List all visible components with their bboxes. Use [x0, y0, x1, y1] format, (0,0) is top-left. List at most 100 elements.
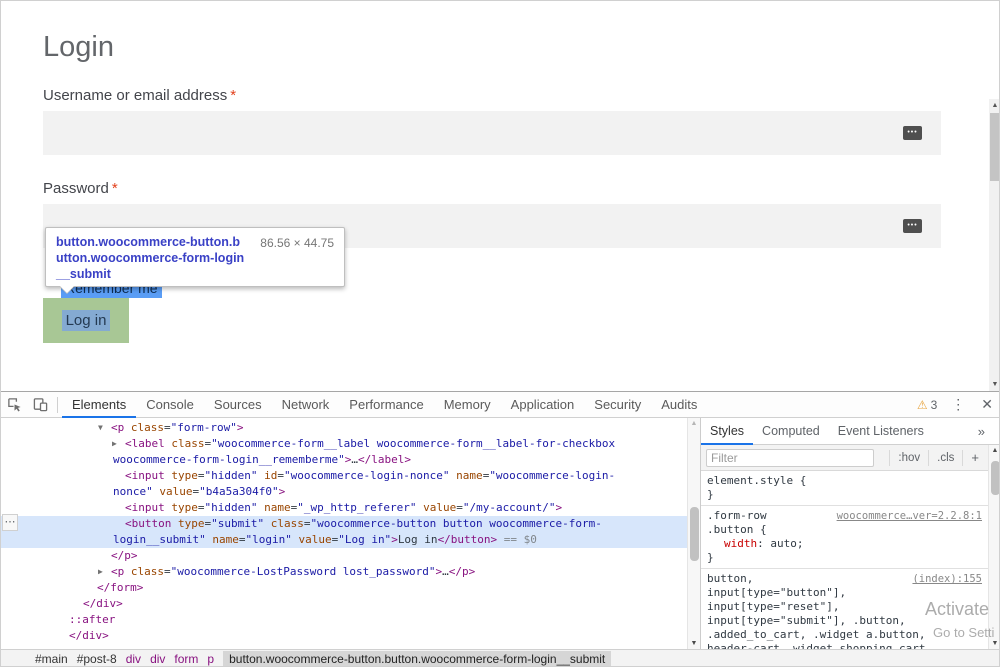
- styles-scrollbar[interactable]: ▲ ▼: [988, 445, 1000, 649]
- scroll-up-icon[interactable]: ▲: [989, 99, 1000, 112]
- code-token: "woocommerce-login-: [489, 469, 615, 482]
- css-selector-text: .added_to_cart, .widget a.button,: [707, 628, 926, 641]
- scroll-up-icon[interactable]: ▲: [989, 447, 1000, 454]
- css-selector-line[interactable]: input[type="button"],: [707, 586, 982, 600]
- code-token: <input: [125, 469, 165, 482]
- code-token: <button: [125, 517, 171, 530]
- breadcrumb-item[interactable]: #main: [35, 652, 68, 666]
- css-selector-line[interactable]: .added_to_cart, .widget a.button,: [707, 628, 982, 642]
- devtools-menu-icon[interactable]: ⋮: [943, 396, 973, 413]
- code-token: "_wp_http_referer": [297, 501, 416, 514]
- input-reveal-icon[interactable]: •••: [903, 126, 922, 140]
- expand-arrow-open-icon[interactable]: ▼: [98, 420, 111, 436]
- new-style-rule-button[interactable]: +: [962, 450, 987, 466]
- css-selector-line[interactable]: woocommerce…ver=2.2.8:1.form-row: [707, 509, 982, 523]
- username-label-text: Username or email address: [43, 87, 227, 104]
- overflow-ellipsis-icon[interactable]: ⋯: [2, 514, 18, 531]
- tree-row[interactable]: woocommerce-form-login__rememberme">…</l…: [1, 452, 687, 468]
- tree-row[interactable]: <button type="submit" class="woocommerce…: [1, 516, 687, 532]
- css-selector-line[interactable]: header-cart .widget_shopping_cart: [707, 642, 982, 649]
- styles-tab-event-listeners[interactable]: Event Listeners: [829, 418, 933, 445]
- css-selector-line[interactable]: .button {: [707, 523, 982, 537]
- css-rules: element.style {}woocommerce…ver=2.2.8:1.…: [701, 471, 988, 649]
- styles-pane: StylesComputedEvent Listeners » :hov .cl…: [700, 418, 1000, 649]
- console-warning-badge[interactable]: ⚠ 3: [917, 398, 937, 412]
- elements-scrollbar[interactable]: ▲ ▼: [687, 418, 700, 649]
- scroll-up-icon[interactable]: ▲: [688, 420, 700, 427]
- devtools-close-icon[interactable]: ✕: [973, 396, 1000, 413]
- tree-row[interactable]: ▶<label class="woocommerce-form__label w…: [1, 436, 687, 452]
- tree-row[interactable]: ▶<p class="woocommerce-LostPassword lost…: [1, 564, 687, 580]
- tree-row[interactable]: login__submit" name="login" value="Log i…: [1, 532, 687, 548]
- code-token: =: [456, 501, 463, 514]
- css-rule-form-row-button: woocommerce…ver=2.2.8:1.form-row.button …: [701, 506, 988, 569]
- code-token: "hidden": [205, 501, 258, 514]
- devtools-tab-network[interactable]: Network: [272, 392, 340, 418]
- tree-row[interactable]: ::after: [1, 612, 687, 628]
- page-scrollbar[interactable]: ▲ ▼: [989, 99, 1000, 391]
- tree-row[interactable]: <input type="hidden" name="_wp_http_refe…: [1, 500, 687, 516]
- tooltip-dimensions: 86.56 × 44.75: [260, 236, 334, 250]
- tree-row[interactable]: <input type="hidden" id="woocommerce-log…: [1, 468, 687, 484]
- page-scrollbar-thumb[interactable]: [990, 113, 1000, 181]
- element-classes-toggle[interactable]: .cls: [928, 450, 962, 466]
- pseudo-state-toggle[interactable]: :hov: [889, 450, 928, 466]
- styles-filter-row: :hov .cls +: [701, 445, 1000, 471]
- tree-row[interactable]: </form>: [1, 580, 687, 596]
- styles-tab-styles[interactable]: Styles: [701, 418, 753, 445]
- css-selector-line[interactable]: input[type="reset"],: [707, 600, 982, 614]
- devtools-tab-strip: ElementsConsoleSourcesNetworkPerformance…: [62, 392, 707, 418]
- breadcrumb-item[interactable]: #post-8: [77, 652, 117, 666]
- css-selector-line[interactable]: input[type="submit"], .button,: [707, 614, 982, 628]
- tree-row[interactable]: nonce" value="b4a5a304f0">: [1, 484, 687, 500]
- devtools-body: ▼<p class="form-row">▶<label class="wooc…: [1, 418, 1000, 649]
- tree-row[interactable]: </p>: [1, 548, 687, 564]
- device-toolbar-icon[interactable]: [27, 392, 53, 417]
- css-source-link[interactable]: (index):155: [912, 572, 982, 586]
- input-reveal-icon[interactable]: •••: [903, 219, 922, 233]
- scroll-down-icon[interactable]: ▼: [989, 640, 1000, 647]
- more-tabs-icon[interactable]: »: [972, 424, 1000, 439]
- username-input[interactable]: •••: [43, 111, 941, 155]
- tree-row[interactable]: </div>: [1, 628, 687, 644]
- breadcrumb-item[interactable]: p: [207, 652, 214, 666]
- login-button[interactable]: Log in: [43, 298, 129, 343]
- inspect-element-icon[interactable]: [1, 392, 27, 417]
- devtools-tab-memory[interactable]: Memory: [434, 392, 501, 418]
- css-selector-text: button,: [707, 572, 753, 585]
- expand-arrow-closed-icon[interactable]: ▶: [98, 564, 111, 580]
- code-token: =: [198, 501, 205, 514]
- styles-scrollbar-thumb[interactable]: [991, 461, 1000, 495]
- devtools-tab-security[interactable]: Security: [584, 392, 651, 418]
- code-token: class: [124, 421, 164, 434]
- devtools-tab-application[interactable]: Application: [501, 392, 585, 418]
- tooltip-selector-line: utton.woocommerce-form-login: [56, 250, 334, 266]
- devtools-tab-sources[interactable]: Sources: [204, 392, 272, 418]
- breadcrumb-item[interactable]: div: [150, 652, 165, 666]
- devtools-tab-performance[interactable]: Performance: [339, 392, 433, 418]
- expand-arrow-closed-icon[interactable]: ▶: [112, 436, 125, 452]
- scroll-down-icon[interactable]: ▼: [989, 378, 1000, 391]
- css-close-brace: }: [707, 551, 982, 565]
- devtools-tab-elements[interactable]: Elements: [62, 392, 136, 418]
- breadcrumb-item[interactable]: div: [126, 652, 141, 666]
- tree-row[interactable]: ▼<p class="form-row">: [1, 420, 687, 436]
- css-selector-line[interactable]: (index):155 button,: [707, 572, 982, 586]
- scroll-down-icon[interactable]: ▼: [688, 640, 700, 647]
- code-token: type: [165, 469, 198, 482]
- styles-filter-input[interactable]: [706, 449, 874, 467]
- tree-row[interactable]: </div>: [1, 596, 687, 612]
- css-declaration[interactable]: width: auto;: [707, 537, 982, 551]
- devtools-tab-audits[interactable]: Audits: [651, 392, 707, 418]
- code-token: <label: [125, 437, 165, 450]
- code-token: "hidden": [205, 469, 258, 482]
- breadcrumb-item[interactable]: form: [174, 652, 198, 666]
- code-token: >: [279, 485, 286, 498]
- css-selector-line[interactable]: element.style {: [707, 474, 982, 488]
- code-token: "b4a5a304f0": [199, 485, 278, 498]
- styles-tab-computed[interactable]: Computed: [753, 418, 829, 445]
- devtools-tab-console[interactable]: Console: [136, 392, 204, 418]
- breadcrumb-item-selected[interactable]: button.woocommerce-button.button.woocomm…: [223, 651, 611, 667]
- css-source-link[interactable]: woocommerce…ver=2.2.8:1: [837, 509, 982, 523]
- elements-scrollbar-thumb[interactable]: [690, 507, 699, 561]
